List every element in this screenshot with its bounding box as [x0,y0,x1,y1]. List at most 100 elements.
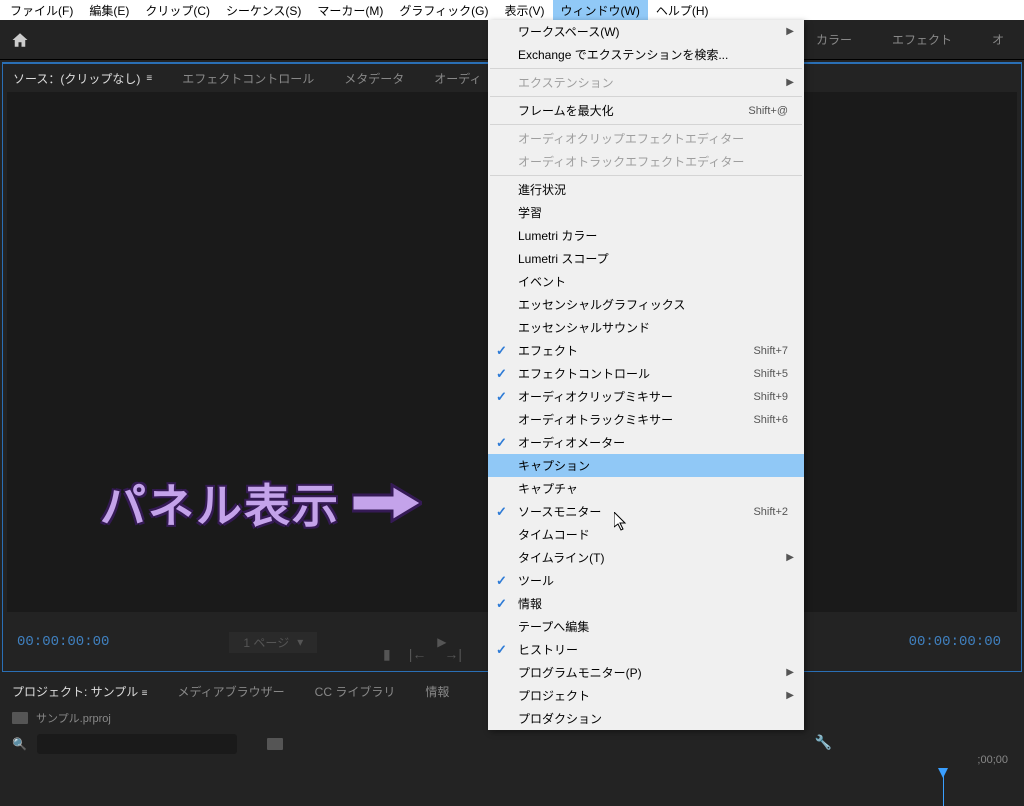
menu-item[interactable]: ✓ヒストリー [488,638,804,661]
menu-item[interactable]: Lumetri カラー [488,224,804,247]
menu-separator [490,96,802,97]
menu-item-label: 学習 [518,204,542,221]
menu-edit[interactable]: 編集(E) [81,0,137,21]
menu-shortcut: Shift+2 [753,506,794,518]
menu-item-label: オーディオクリップエフェクトエディター [518,130,744,147]
menu-item-label: オーディオトラックエフェクトエディター [518,153,744,170]
menu-item-label: プロジェクト [518,687,590,704]
panel-menu-icon[interactable]: ≡ [142,688,148,699]
in-point-icon[interactable]: |← [409,646,427,663]
menu-item-label: ワークスペース(W) [518,23,620,40]
menu-item[interactable]: エッセンシャルグラフィックス [488,293,804,316]
menu-item[interactable]: ✓エフェクトコントロールShift+5 [488,362,804,385]
tab-audio[interactable]: オーディ [434,70,481,87]
timecode-out[interactable]: 00:00:00:00 [909,634,1001,650]
menu-item[interactable]: タイムコード [488,523,804,546]
menu-item[interactable]: Exchange でエクステンションを検索... [488,43,804,66]
menu-item[interactable]: テープへ編集 [488,615,804,638]
menu-view[interactable]: 表示(V) [497,0,553,21]
timecode-in[interactable]: 00:00:00:00 [17,634,109,650]
check-icon: ✓ [496,343,507,359]
menu-item[interactable]: ✓オーディオクリップミキサーShift+9 [488,385,804,408]
tab-cc-libraries[interactable]: CC ライブラリ [315,683,396,700]
menu-item-label: Lumetri スコープ [518,250,609,267]
project-tabs: プロジェクト: サンプル ≡ メディアブラウザー CC ライブラリ 情報 [12,678,482,704]
menu-window[interactable]: ウィンドウ(W) [553,0,648,21]
menu-item[interactable]: ✓エフェクトShift+7 [488,339,804,362]
menu-item: エクステンション▶ [488,71,804,94]
project-panel: プロジェクト: サンプル ≡ メディアブラウザー CC ライブラリ 情報 サンプ… [2,674,492,758]
menu-item[interactable]: タイムライン(T)▶ [488,546,804,569]
tab-source[interactable]: ソース：(クリップなし) ≡ [13,70,152,87]
menu-marker[interactable]: マーカー(M) [309,0,391,21]
menu-help[interactable]: ヘルプ(H) [648,0,717,21]
menu-item[interactable]: プロダクション [488,707,804,730]
tab-source-label: ソース：(クリップなし) [13,70,140,87]
menu-item-label: テープへ編集 [518,618,589,635]
menu-item[interactable]: エッセンシャルサウンド [488,316,804,339]
bin-icon[interactable] [267,738,283,750]
menu-sequence[interactable]: シーケンス(S) [218,0,309,21]
project-icon [12,712,28,724]
menu-item-label: エフェクト [518,342,578,359]
menu-graphics[interactable]: グラフィック(G) [391,0,496,21]
menu-file[interactable]: ファイル(F) [2,0,81,21]
menu-item-label: 情報 [518,595,542,612]
workspace-tab-color[interactable]: カラー [816,31,852,48]
menu-item[interactable]: ✓オーディオメーター [488,431,804,454]
search-input[interactable] [37,734,237,754]
cursor-icon [614,512,630,537]
menu-item[interactable]: ワークスペース(W) ▶ [488,20,804,43]
menu-item[interactable]: オーディオトラックミキサーShift+6 [488,408,804,431]
workspace-tab-effects[interactable]: エフェクト [892,31,952,48]
menu-clip[interactable]: クリップ(C) [137,0,218,21]
tab-info[interactable]: 情報 [425,683,449,700]
project-file-row: サンプル.prproj [12,710,482,726]
tab-project-label: プロジェクト: サンプル [12,685,138,699]
menu-shortcut: Shift+5 [753,368,794,380]
check-icon: ✓ [496,504,507,520]
menu-item[interactable]: イベント [488,270,804,293]
menu-item-label: オーディオクリップミキサー [518,388,673,405]
home-icon[interactable] [10,31,30,49]
menu-item[interactable]: ✓情報 [488,592,804,615]
menu-item[interactable]: 学習 [488,201,804,224]
menu-item-label: フレームを最大化 [518,102,614,119]
page-control[interactable]: 1 ページ ▾ [229,632,317,653]
menu-separator [490,175,802,176]
search-icon: 🔍 [12,737,27,751]
menubar: ファイル(F) 編集(E) クリップ(C) シーケンス(S) マーカー(M) グ… [0,0,1024,20]
workspace-tab-audio[interactable]: オ [992,31,1004,48]
menu-item[interactable]: プロジェクト▶ [488,684,804,707]
menu-item-label: Exchange でエクステンションを検索... [518,46,728,63]
tab-project[interactable]: プロジェクト: サンプル ≡ [12,683,148,700]
menu-item[interactable]: 進行状況 [488,178,804,201]
tab-effect-controls[interactable]: エフェクトコントロール [182,70,314,87]
menu-item-label: タイムライン(T) [518,549,604,566]
check-icon: ✓ [496,435,507,451]
menu-item-label: キャプチャ [518,480,578,497]
menu-item: オーディオクリップエフェクトエディター [488,127,804,150]
menu-item-label: ヒストリー [518,641,578,658]
menu-item-label: ソースモニター [518,503,601,520]
tab-media-browser[interactable]: メディアブラウザー [178,683,285,700]
menu-item-label: オーディオトラックミキサー [518,411,673,428]
menu-item[interactable]: キャプション [488,454,804,477]
out-point-icon[interactable]: →| [444,646,462,663]
menu-item[interactable]: ✓ ソースモニター Shift+2 [488,500,804,523]
menu-item[interactable]: フレームを最大化Shift+@ [488,99,804,122]
marker-icon[interactable]: ▮ [383,646,391,663]
panel-menu-icon[interactable]: ≡ [146,73,152,84]
annotation-text: パネル表示 [100,470,340,536]
menu-item[interactable]: キャプチャ [488,477,804,500]
menu-item[interactable]: ✓ツール [488,569,804,592]
submenu-arrow-icon: ▶ [786,26,794,37]
menu-item[interactable]: Lumetri スコープ [488,247,804,270]
playhead-line [943,776,944,806]
wrench-icon[interactable]: 🔧 [815,734,832,751]
tab-metadata[interactable]: メタデータ [344,70,404,87]
menu-item[interactable]: プログラムモニター(P)▶ [488,661,804,684]
menu-item-label: イベント [518,273,566,290]
menu-item-label: プロダクション [518,710,602,727]
transport-controls: ▮ |← →| [383,646,462,663]
